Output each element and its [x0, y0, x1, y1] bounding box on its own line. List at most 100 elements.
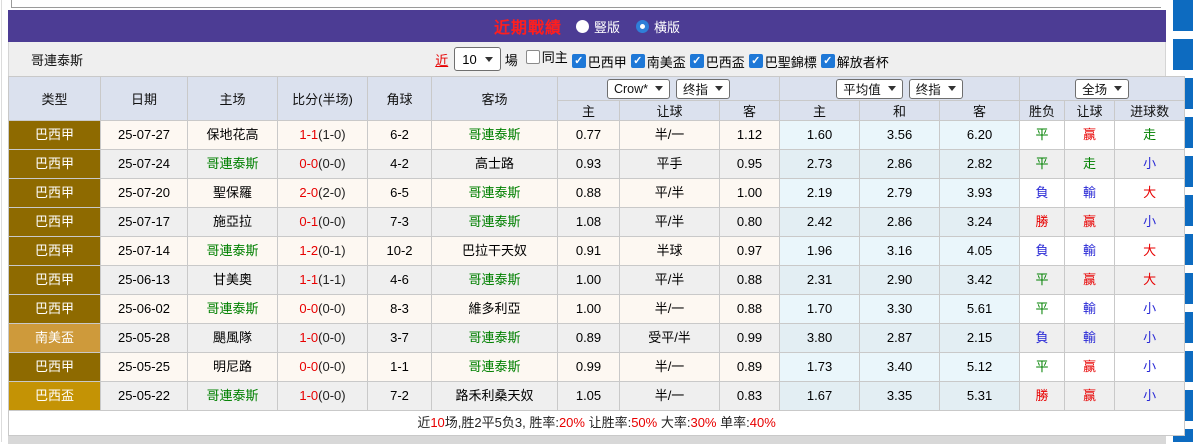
halftime-score: (0-0) — [318, 388, 345, 403]
recent-link[interactable]: 近 — [435, 50, 448, 69]
cell-odds-home: 1.08 — [558, 208, 620, 237]
cell-away-team: 高士路 — [432, 150, 558, 179]
chevron-down-icon — [715, 86, 723, 91]
cell-corners: 4-2 — [368, 150, 432, 179]
results-table: 类型 日期 主场 比分(半场) 角球 客场 Crow* 终指 — [8, 76, 1185, 436]
table-row: 巴西甲25-07-17施亞拉0-1(0-0)7-3哥連泰斯1.08平/半0.80… — [9, 208, 1185, 237]
cell-corners: 6-5 — [368, 179, 432, 208]
sub-header-avg-away: 客 — [940, 101, 1020, 121]
cell-avg-draw: 3.35 — [860, 382, 940, 411]
fulltime-select[interactable]: 全场 — [1075, 79, 1129, 99]
cell-league-badge: 巴西甲 — [9, 179, 101, 208]
col-header-home: 主场 — [188, 77, 278, 121]
cell-result-goals: 小 — [1115, 208, 1185, 237]
radio-horizontal-layout[interactable]: 橫版 — [636, 17, 680, 36]
cell-odds-away: 0.89 — [720, 353, 780, 382]
cell-date: 25-05-28 — [101, 324, 188, 353]
cell-date: 25-06-13 — [101, 266, 188, 295]
recent-count-select[interactable]: 10 — [454, 47, 500, 71]
cell-handicap: 半/一 — [620, 353, 720, 382]
checkbox-unchecked-icon[interactable] — [526, 50, 540, 64]
cell-odds-away: 1.12 — [720, 121, 780, 150]
summary-stat-value: 20% — [559, 415, 585, 430]
col-header-away: 客场 — [432, 77, 558, 121]
radio-vertical-layout[interactable]: 豎版 — [576, 17, 620, 36]
average-select[interactable]: 平均值 — [836, 79, 903, 99]
cell-avg-home: 1.70 — [780, 295, 860, 324]
cell-odds-home: 1.00 — [558, 295, 620, 324]
radio-selected-icon[interactable] — [636, 20, 649, 33]
cell-avg-draw: 3.16 — [860, 237, 940, 266]
cell-result-wdl: 平 — [1020, 150, 1065, 179]
cell-result-wdl: 負 — [1020, 237, 1065, 266]
cell-avg-draw: 2.87 — [860, 324, 940, 353]
odds-time-select-2[interactable]: 终指 — [909, 79, 963, 99]
filter-checkboxes: 同主✓巴西甲✓南美盃✓巴西盃✓巴聖錦標✓解放者杯 — [522, 47, 889, 71]
result-group-header: 全场 — [1020, 77, 1185, 101]
cell-corners: 3-7 — [368, 324, 432, 353]
cell-result-handicap: 輸 — [1065, 179, 1115, 208]
cell-home-team: 保地花高 — [188, 121, 278, 150]
checkbox-label: 巴西盃 — [706, 52, 745, 71]
table-row: 巴西甲25-07-27保地花高1-1(1-0)6-2哥連泰斯0.77半/一1.1… — [9, 121, 1185, 150]
cell-league-badge: 巴西甲 — [9, 295, 101, 324]
cell-odds-away: 0.95 — [720, 150, 780, 179]
cell-result-handicap: 輸 — [1065, 324, 1115, 353]
cell-away-team: 哥連泰斯 — [432, 179, 558, 208]
bookmaker-select[interactable]: Crow* — [607, 79, 670, 99]
radio-horizontal-label: 橫版 — [654, 17, 680, 36]
checkbox-checked-icon[interactable]: ✓ — [572, 54, 586, 68]
halftime-score: (1-1) — [318, 272, 345, 287]
cell-score: 0-0(0-0) — [278, 295, 368, 324]
cell-score: 0-0(0-0) — [278, 353, 368, 382]
sub-header-odds-away: 客 — [720, 101, 780, 121]
chevron-down-icon — [655, 86, 663, 91]
cell-result-goals: 小 — [1115, 324, 1185, 353]
results-tbody: 巴西甲25-07-27保地花高1-1(1-0)6-2哥連泰斯0.77半/一1.1… — [9, 121, 1185, 411]
cell-home-team: 甘美奧 — [188, 266, 278, 295]
cell-corners: 1-1 — [368, 353, 432, 382]
halftime-score: (0-1) — [318, 243, 345, 258]
cell-away-team: 哥連泰斯 — [432, 121, 558, 150]
recent-results-panel: 近期戰績 豎版 橫版 哥連泰斯 近 10 場 同主✓巴西甲✓南美盃✓巴西盃✓巴聖… — [8, 10, 1166, 444]
summary-text: 大率: — [657, 415, 690, 430]
cell-handicap: 平手 — [620, 150, 720, 179]
halftime-score: (0-0) — [318, 156, 345, 171]
sub-header-handicap: 让球 — [620, 101, 720, 121]
summary-stat-value: 50% — [631, 415, 657, 430]
summary-stat-value: 40% — [750, 415, 776, 430]
cell-avg-draw: 3.30 — [860, 295, 940, 324]
odds-time-select-1[interactable]: 终指 — [676, 79, 730, 99]
cell-odds-home: 1.00 — [558, 266, 620, 295]
cell-handicap: 平/半 — [620, 266, 720, 295]
cell-odds-home: 0.99 — [558, 353, 620, 382]
radio-unselected-icon[interactable] — [576, 20, 589, 33]
cell-result-handicap: 走 — [1065, 150, 1115, 179]
fulltime-score: 1-1 — [299, 127, 318, 142]
halftime-score: (0-0) — [318, 301, 345, 316]
sub-header-avg-draw: 和 — [860, 101, 940, 121]
cell-date: 25-07-24 — [101, 150, 188, 179]
cell-score: 2-0(2-0) — [278, 179, 368, 208]
cell-league-badge: 巴西甲 — [9, 353, 101, 382]
checkbox-checked-icon[interactable]: ✓ — [749, 54, 763, 68]
cell-result-wdl: 平 — [1020, 353, 1065, 382]
filter-checkbox-item: ✓解放者杯 — [821, 52, 889, 71]
cell-corners: 6-2 — [368, 121, 432, 150]
summary-text: 单率: — [717, 415, 750, 430]
checkbox-checked-icon[interactable]: ✓ — [631, 54, 645, 68]
cell-home-team: 聖保羅 — [188, 179, 278, 208]
cell-avg-draw: 2.86 — [860, 208, 940, 237]
cell-result-goals: 小 — [1115, 150, 1185, 179]
checkbox-checked-icon[interactable]: ✓ — [690, 54, 704, 68]
cell-result-handicap: 赢 — [1065, 353, 1115, 382]
checkbox-checked-icon[interactable]: ✓ — [821, 54, 835, 68]
sub-header-goals-result: 进球数 — [1115, 101, 1185, 121]
fulltime-score: 1-2 — [299, 243, 318, 258]
cell-league-badge: 巴西盃 — [9, 382, 101, 411]
fulltime-score: 1-0 — [299, 330, 318, 345]
halftime-score: (0-0) — [318, 359, 345, 374]
cell-result-handicap: 赢 — [1065, 382, 1115, 411]
cell-odds-away: 0.99 — [720, 324, 780, 353]
cell-league-badge: 南美盃 — [9, 324, 101, 353]
